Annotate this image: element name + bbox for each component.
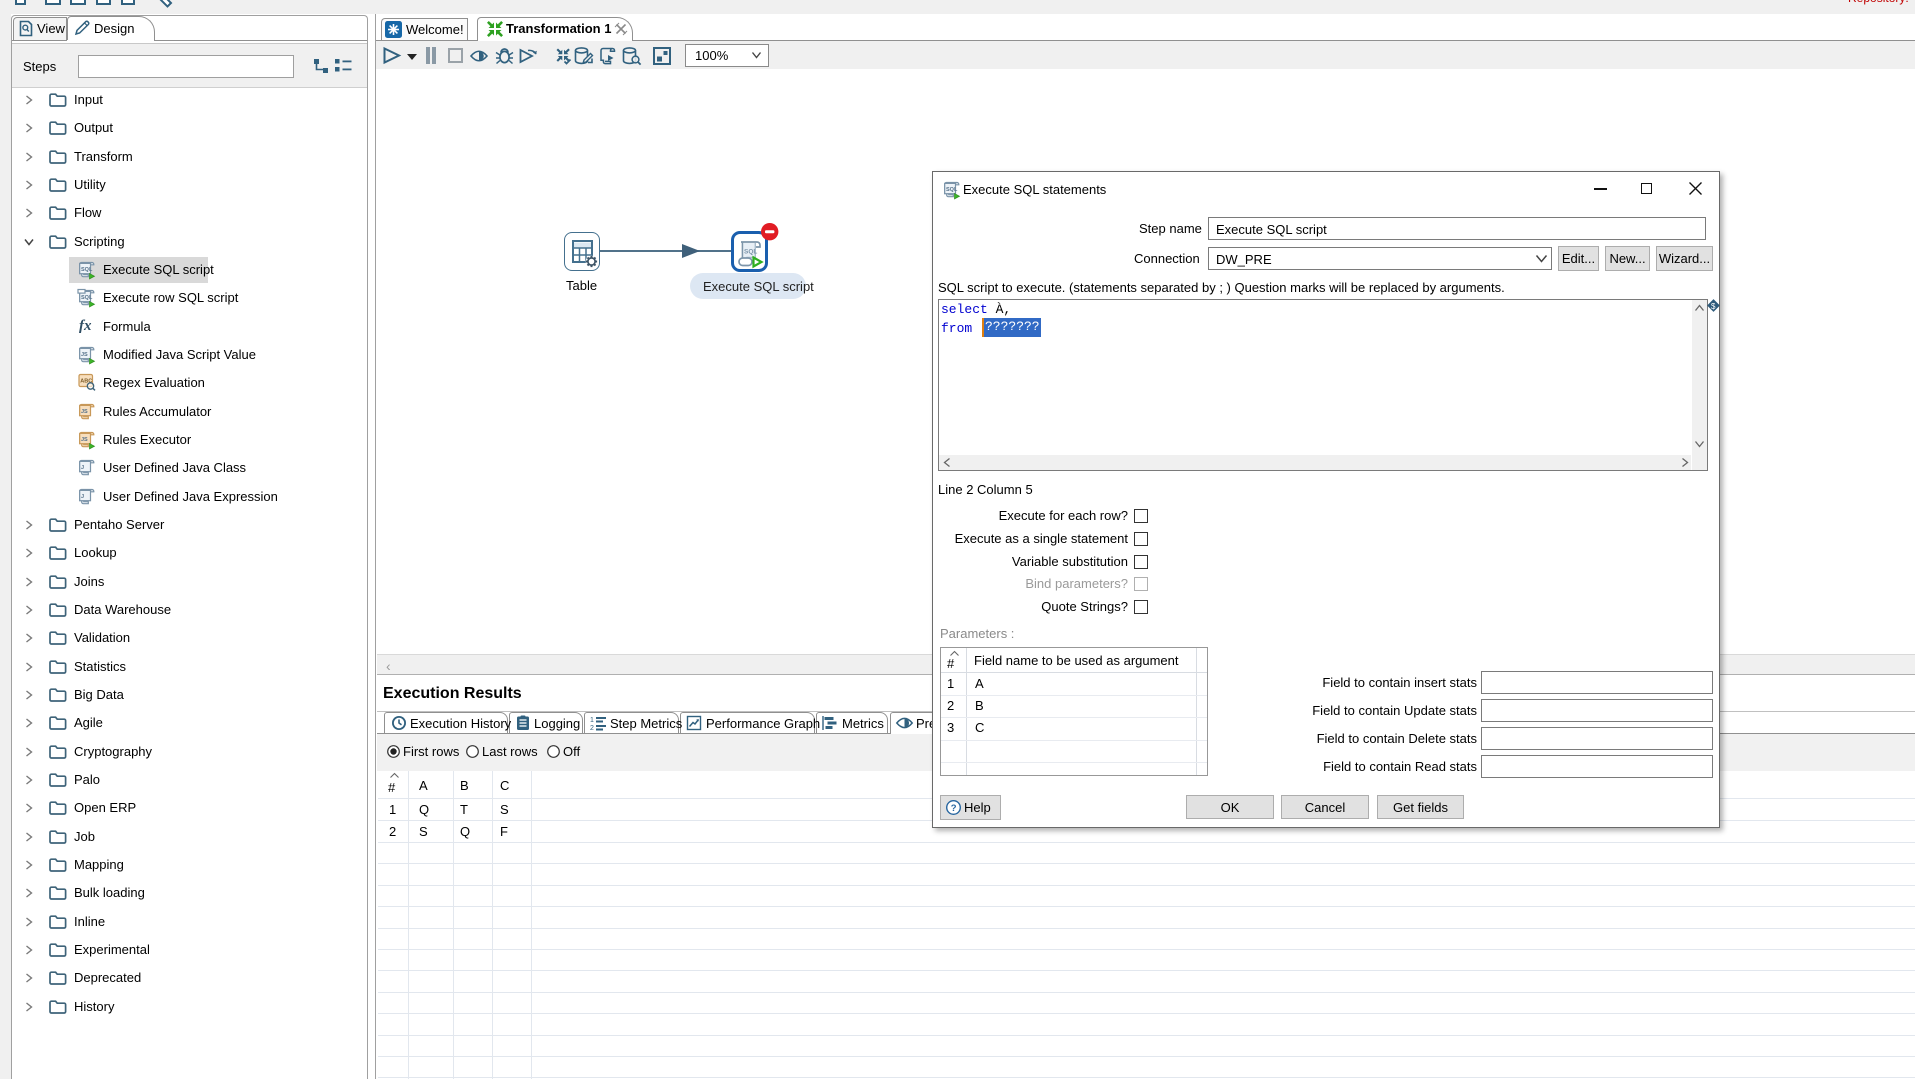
svg-text:JS: JS xyxy=(81,437,88,443)
svg-text:JS: JS xyxy=(81,352,88,358)
svg-text:$: $ xyxy=(1711,302,1716,311)
svg-text:1: 1 xyxy=(590,717,594,724)
svg-text:2: 2 xyxy=(590,725,594,732)
svg-text:JS: JS xyxy=(81,409,88,415)
svg-text:SQL: SQL xyxy=(81,295,93,301)
svg-text:J: J xyxy=(81,465,84,471)
svg-text:J: J xyxy=(81,494,84,500)
svg-text:?: ? xyxy=(951,803,957,814)
svg-text:SQL: SQL xyxy=(744,249,757,256)
svg-text:SQL: SQL xyxy=(946,187,958,193)
svg-text:SQL: SQL xyxy=(81,267,93,273)
